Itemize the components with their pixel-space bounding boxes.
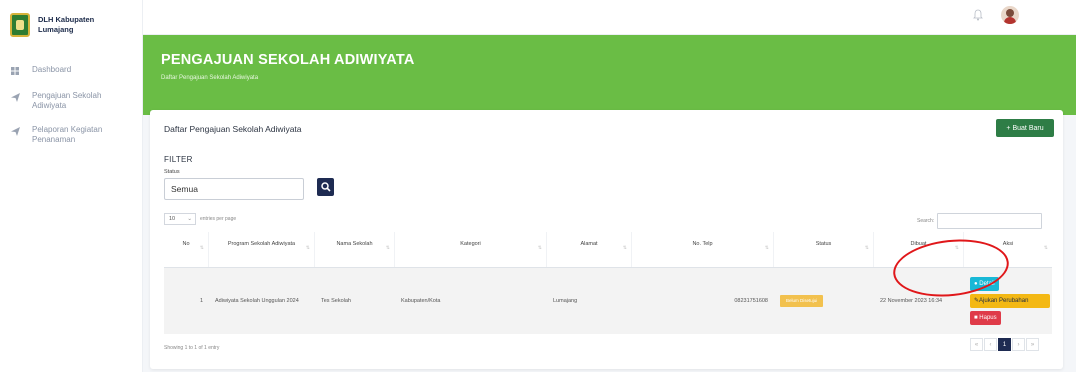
table-info: Showing 1 to 1 of 1 entry [164, 345, 220, 351]
column-header-kategori[interactable]: Kategori ⇅ [395, 232, 547, 267]
pagination-next[interactable]: › [1012, 338, 1025, 351]
pagination-last[interactable]: » [1026, 338, 1039, 351]
delete-button[interactable]: ■ Hapus [970, 311, 1001, 325]
topbar [143, 0, 1076, 35]
column-header-status[interactable]: Status ⇅ [774, 232, 874, 267]
sort-icon: ⇅ [622, 245, 627, 251]
status-badge: Belum Disetujui [780, 295, 824, 307]
entries-per-page-select[interactable]: 10 ⌄ [164, 213, 196, 225]
sidebar-item-pelaporan[interactable]: Pelaporan Kegiatan Penanaman [0, 125, 142, 145]
sidebar-item-dashboard[interactable]: Dashboard [0, 65, 142, 77]
entries-per-page-value: 10 [169, 216, 176, 222]
sort-icon: ⇅ [764, 245, 769, 251]
page-title: PENGAJUAN SEKOLAH ADIWIYATA [161, 52, 415, 68]
entries-per-page-label: entries per page [200, 216, 237, 222]
send-icon [10, 93, 20, 103]
create-new-button[interactable]: + Buat Baru [996, 119, 1054, 137]
search-input[interactable] [937, 213, 1043, 229]
page-header: PENGAJUAN SEKOLAH ADIWIYATA Daftar Penga… [143, 35, 1076, 115]
cell-program: Adiwiyata Sekolah Unggulan 2024 [215, 298, 299, 304]
cell-alamat: Lumajang [553, 298, 578, 304]
dashboard-icon [10, 67, 20, 77]
search-icon [321, 182, 331, 192]
cell-telp: 08231751608 [734, 298, 768, 304]
create-new-label: Buat Baru [1012, 124, 1044, 132]
column-header-nama[interactable]: Nama Sekolah ⇅ [315, 232, 395, 267]
pagination-first[interactable]: « [970, 338, 983, 351]
pagination: « ‹ 1 › » [970, 338, 1039, 351]
cell-no: 1 [199, 298, 203, 304]
sidebar-item-label: Dashboard [32, 65, 72, 74]
sort-icon: ⇅ [864, 245, 869, 251]
brand-name: DLH Kabupaten Lumajang [38, 14, 95, 34]
column-header-label: Program Sekolah Adiwiyata [227, 241, 296, 247]
card-title: Daftar Pengajuan Sekolah Adiwiyata [164, 124, 302, 134]
sidebar-nav: Dashboard Pengajuan Sekolah Adiwiyata Pe… [0, 65, 142, 145]
column-header-label: Status [815, 241, 832, 247]
request-change-label: Ajukan Perubahan [979, 298, 1029, 304]
sidebar: DLH Kabupaten Lumajang Dashboard Pengaju… [0, 0, 143, 372]
column-header-telp[interactable]: No. Telp ⇅ [632, 232, 774, 267]
sidebar-item-pengajuan[interactable]: Pengajuan Sekolah Adiwiyata [0, 91, 142, 111]
sort-icon: ⇅ [385, 245, 390, 251]
send-icon [10, 127, 20, 137]
column-header-alamat[interactable]: Alamat ⇅ [547, 232, 632, 267]
column-header-label: Alamat [580, 241, 598, 247]
table-search: Search: [917, 213, 1043, 229]
filter-heading: FILTER [164, 155, 193, 164]
sort-icon: ⇅ [199, 245, 204, 251]
sort-icon: ⇅ [537, 245, 542, 251]
status-label: Status [164, 169, 180, 175]
filter-search-button[interactable] [317, 178, 334, 196]
request-change-button[interactable]: ✎Ajukan Perubahan [970, 294, 1050, 308]
page-subtitle: Daftar Pengajuan Sekolah Adiwiyata [161, 75, 259, 81]
pagination-prev[interactable]: ‹ [984, 338, 997, 351]
sort-icon: ⇅ [305, 245, 310, 251]
logo-icon [10, 12, 30, 37]
bell-icon[interactable] [973, 9, 987, 23]
cell-status: Belum Disetujui [774, 268, 874, 334]
trash-icon: ■ [974, 315, 978, 321]
chevron-down-icon: ⌄ [187, 216, 192, 222]
sidebar-item-label: Pelaporan Kegiatan Penanaman [32, 125, 103, 144]
status-select[interactable]: Semua [164, 178, 304, 200]
cell-nama: Tes Sekolah [321, 298, 351, 304]
pagination-page-1[interactable]: 1 [998, 338, 1011, 351]
content-card: Daftar Pengajuan Sekolah Adiwiyata + Bua… [150, 110, 1063, 369]
plus-icon: + [1006, 124, 1011, 132]
avatar[interactable] [1001, 6, 1019, 24]
cell-kategori: Kabupaten/Kota [401, 298, 441, 304]
column-header-no[interactable]: No ⇅ [164, 232, 209, 267]
sidebar-item-label: Pengajuan Sekolah Adiwiyata [32, 91, 102, 110]
brand[interactable]: DLH Kabupaten Lumajang [0, 0, 142, 40]
delete-label: Hapus [979, 315, 997, 321]
column-header-program[interactable]: Program Sekolah Adiwiyata ⇅ [209, 232, 315, 267]
column-header-label: Aksi [1002, 241, 1014, 247]
column-header-label: No. Telp [692, 241, 713, 247]
column-header-label: No [182, 241, 190, 247]
column-header-label: Kategori [460, 241, 481, 247]
sort-icon: ⇅ [1043, 245, 1048, 251]
search-label: Search: [917, 218, 935, 224]
entries-length: 10 ⌄ entries per page [164, 213, 236, 225]
column-header-label: Nama Sekolah [336, 241, 373, 247]
